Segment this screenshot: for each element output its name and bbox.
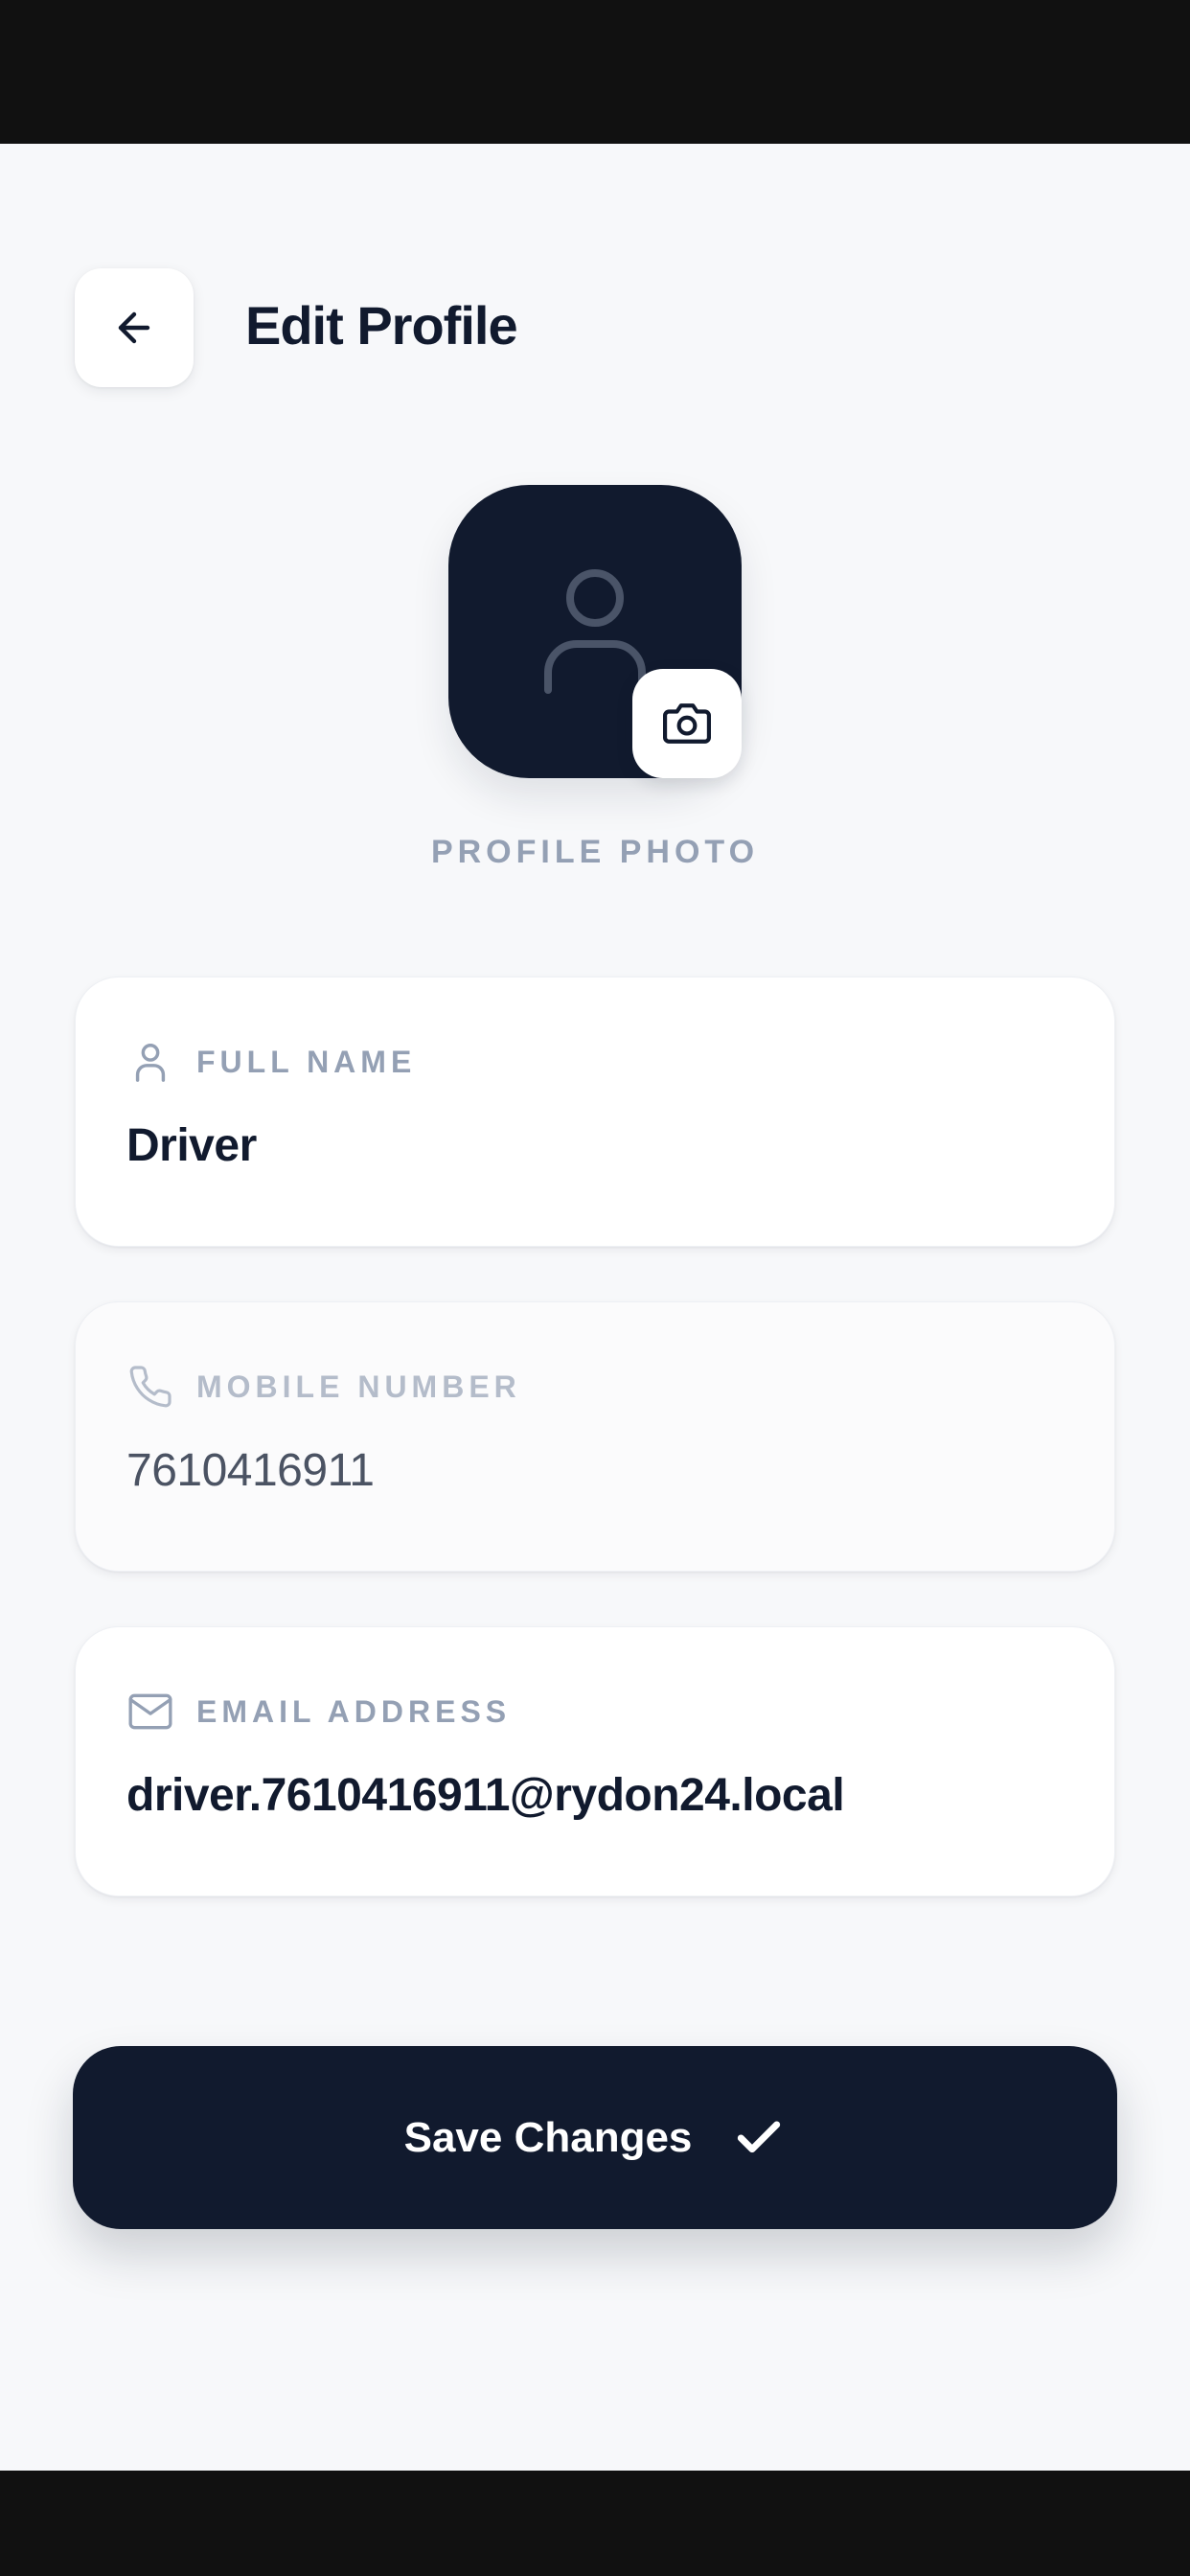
phone-icon <box>126 1362 175 1412</box>
full-name-input[interactable]: Driver <box>126 1119 257 1172</box>
mobile-number-label: MOBILE NUMBER <box>196 1368 521 1404</box>
check-icon <box>732 2111 786 2165</box>
camera-icon <box>663 700 711 748</box>
full-name-field[interactable]: FULL NAME Driver <box>75 977 1115 1247</box>
profile-photo[interactable] <box>448 485 742 778</box>
email-address-field[interactable]: EMAIL ADDRESS driver.7610416911@rydon24.… <box>75 1626 1115 1897</box>
save-changes-label: Save Changes <box>403 2113 693 2161</box>
mobile-number-value: 7610416911 <box>126 1445 375 1496</box>
arrow-left-icon <box>111 305 157 351</box>
mobile-number-field: MOBILE NUMBER 7610416911 <box>75 1301 1115 1572</box>
back-button[interactable] <box>75 268 194 387</box>
page-title: Edit Profile <box>245 295 518 356</box>
user-icon <box>126 1037 175 1087</box>
email-address-label: EMAIL ADDRESS <box>196 1693 512 1729</box>
full-name-label: FULL NAME <box>196 1044 417 1079</box>
mail-icon <box>126 1687 175 1736</box>
edit-profile-screen: Edit Profile PROFILE PHOTO FULL NAME Dri… <box>0 144 1190 2471</box>
change-photo-button[interactable] <box>632 669 742 778</box>
status-bar <box>0 0 1190 144</box>
email-address-input[interactable]: driver.7610416911@rydon24.local <box>126 1769 845 1822</box>
save-changes-button[interactable]: Save Changes <box>73 2046 1117 2229</box>
user-icon <box>542 565 648 698</box>
profile-photo-label: PROFILE PHOTO <box>430 834 760 870</box>
navigation-bar <box>0 2471 1190 2576</box>
